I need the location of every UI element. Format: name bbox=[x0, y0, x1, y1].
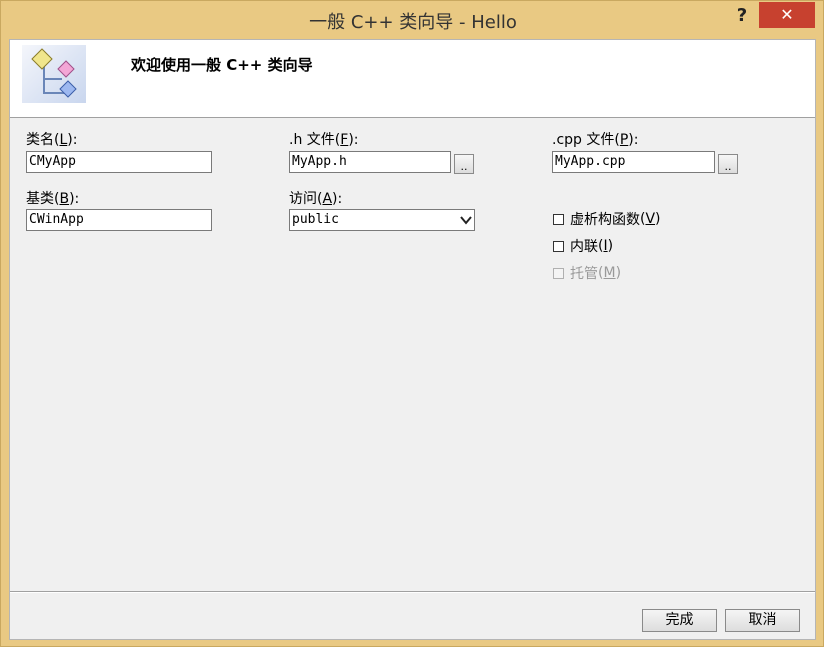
class-wizard-icon bbox=[22, 45, 86, 103]
base-class-input[interactable]: CWinApp bbox=[26, 209, 212, 231]
h-file-browse-button[interactable]: .. bbox=[454, 154, 474, 174]
access-label: 访问(A): bbox=[289, 191, 343, 207]
access-select[interactable]: public bbox=[289, 209, 475, 231]
managed-checkbox: 托管(M) bbox=[553, 263, 621, 283]
wizard-header: 欢迎使用一般 C++ 类向导 bbox=[10, 40, 815, 118]
cancel-button[interactable]: 取消 bbox=[725, 609, 800, 632]
checkbox-box bbox=[553, 267, 564, 279]
cpp-file-input[interactable]: MyApp.cpp bbox=[552, 151, 715, 173]
checkbox-box[interactable] bbox=[553, 240, 564, 252]
dialog-client-area: 欢迎使用一般 C++ 类向导 类名(L): .h 文件(F): .cpp 文件(… bbox=[9, 39, 816, 640]
finish-button[interactable]: 完成 bbox=[642, 609, 717, 632]
h-file-input[interactable]: MyApp.h bbox=[289, 151, 451, 173]
window-title: 一般 C++ 类向导 - Hello bbox=[309, 12, 517, 33]
class-name-label: 类名(L): bbox=[26, 132, 78, 148]
ellipsis-icon: .. bbox=[460, 160, 468, 173]
checkbox-box[interactable] bbox=[553, 213, 564, 225]
cpp-file-browse-button[interactable]: .. bbox=[718, 154, 738, 174]
chevron-down-icon bbox=[460, 214, 472, 225]
ellipsis-icon: .. bbox=[724, 160, 732, 173]
access-selected-value: public bbox=[292, 212, 339, 227]
inline-checkbox[interactable]: 内联(I) bbox=[553, 236, 613, 256]
header-text: 欢迎使用一般 C++ 类向导 bbox=[131, 56, 313, 74]
title-bar[interactable]: 一般 C++ 类向导 - Hello ? ✕ bbox=[1, 1, 824, 39]
dialog-window: 一般 C++ 类向导 - Hello ? ✕ 欢迎使用一般 C++ 类向导 类名… bbox=[0, 0, 824, 647]
base-class-label: 基类(B): bbox=[26, 191, 80, 207]
help-button[interactable]: ? bbox=[729, 4, 755, 28]
footer-separator bbox=[10, 591, 815, 593]
close-button[interactable]: ✕ bbox=[759, 2, 815, 28]
class-name-input[interactable]: CMyApp bbox=[26, 151, 212, 173]
virtual-destructor-checkbox[interactable]: 虚析构函数(V) bbox=[553, 209, 661, 229]
h-file-label: .h 文件(F): bbox=[289, 132, 359, 148]
cpp-file-label: .cpp 文件(P): bbox=[552, 132, 639, 148]
